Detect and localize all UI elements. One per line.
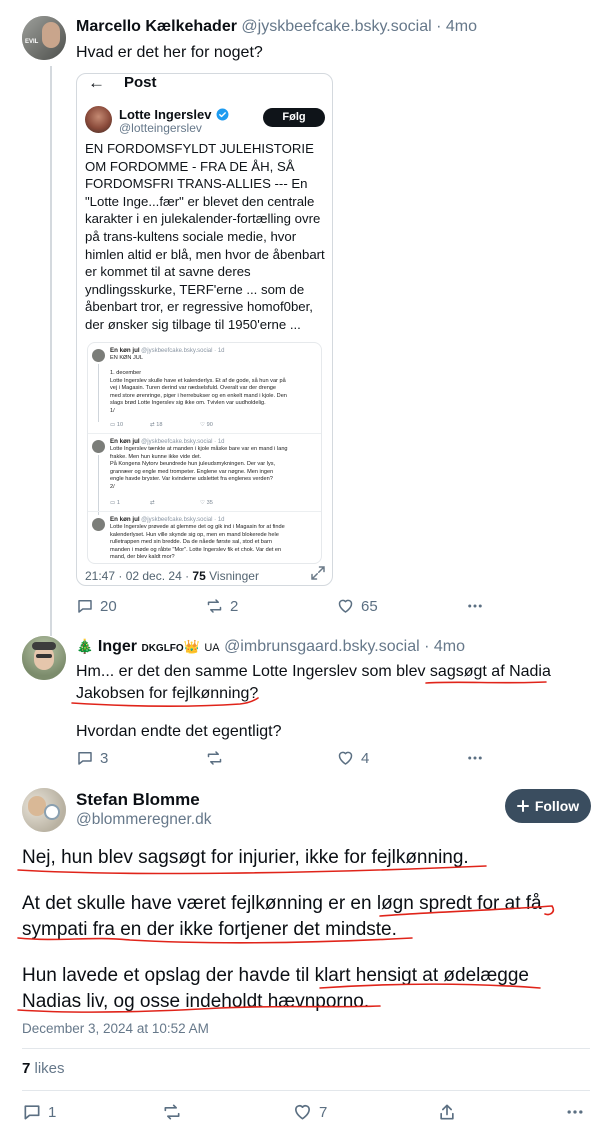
share-icon	[437, 1102, 457, 1122]
like-button[interactable]: 4	[336, 749, 369, 767]
avatar[interactable]	[22, 788, 66, 832]
like-count: 4	[361, 749, 370, 767]
repost-icon	[162, 1102, 182, 1122]
likes-summary[interactable]: 7 likes	[22, 1060, 65, 1077]
reply-icon	[22, 1102, 42, 1122]
like-count: 7	[319, 1103, 328, 1121]
author-handle[interactable]: @blommeregner.dk	[76, 811, 212, 829]
plus-icon	[516, 800, 529, 812]
like-icon	[336, 749, 355, 767]
more-icon	[465, 749, 485, 767]
divider	[22, 1090, 590, 1091]
reply-count: 3	[100, 749, 109, 767]
post-text-line: Hvordan endte det egentligt?	[76, 723, 282, 740]
repost-button[interactable]	[205, 749, 230, 767]
red-underline-annotation	[17, 865, 555, 1013]
post-timestamp[interactable]: December 3, 2024 at 10:52 AM	[22, 1021, 209, 1036]
divider	[22, 1048, 590, 1049]
more-button[interactable]	[465, 749, 485, 767]
follow-button[interactable]: Follow	[505, 789, 591, 823]
reply-button[interactable]: 1	[22, 1102, 56, 1122]
more-icon	[565, 1102, 585, 1122]
reply-button[interactable]: 3	[76, 749, 108, 767]
follow-label: Follow	[534, 798, 580, 814]
like-icon	[292, 1102, 313, 1122]
repost-icon	[205, 749, 224, 767]
reply-icon	[76, 749, 94, 767]
more-button[interactable]	[565, 1102, 585, 1122]
red-underline-annotation	[71, 681, 547, 708]
likes-label: likes	[34, 1060, 65, 1077]
like-button[interactable]: 7	[292, 1102, 327, 1122]
reply-count: 1	[48, 1103, 57, 1121]
repost-button[interactable]	[162, 1102, 182, 1122]
likes-count: 7	[22, 1060, 31, 1077]
share-button[interactable]	[437, 1102, 457, 1122]
author-name[interactable]: Stefan Blomme	[76, 790, 200, 810]
